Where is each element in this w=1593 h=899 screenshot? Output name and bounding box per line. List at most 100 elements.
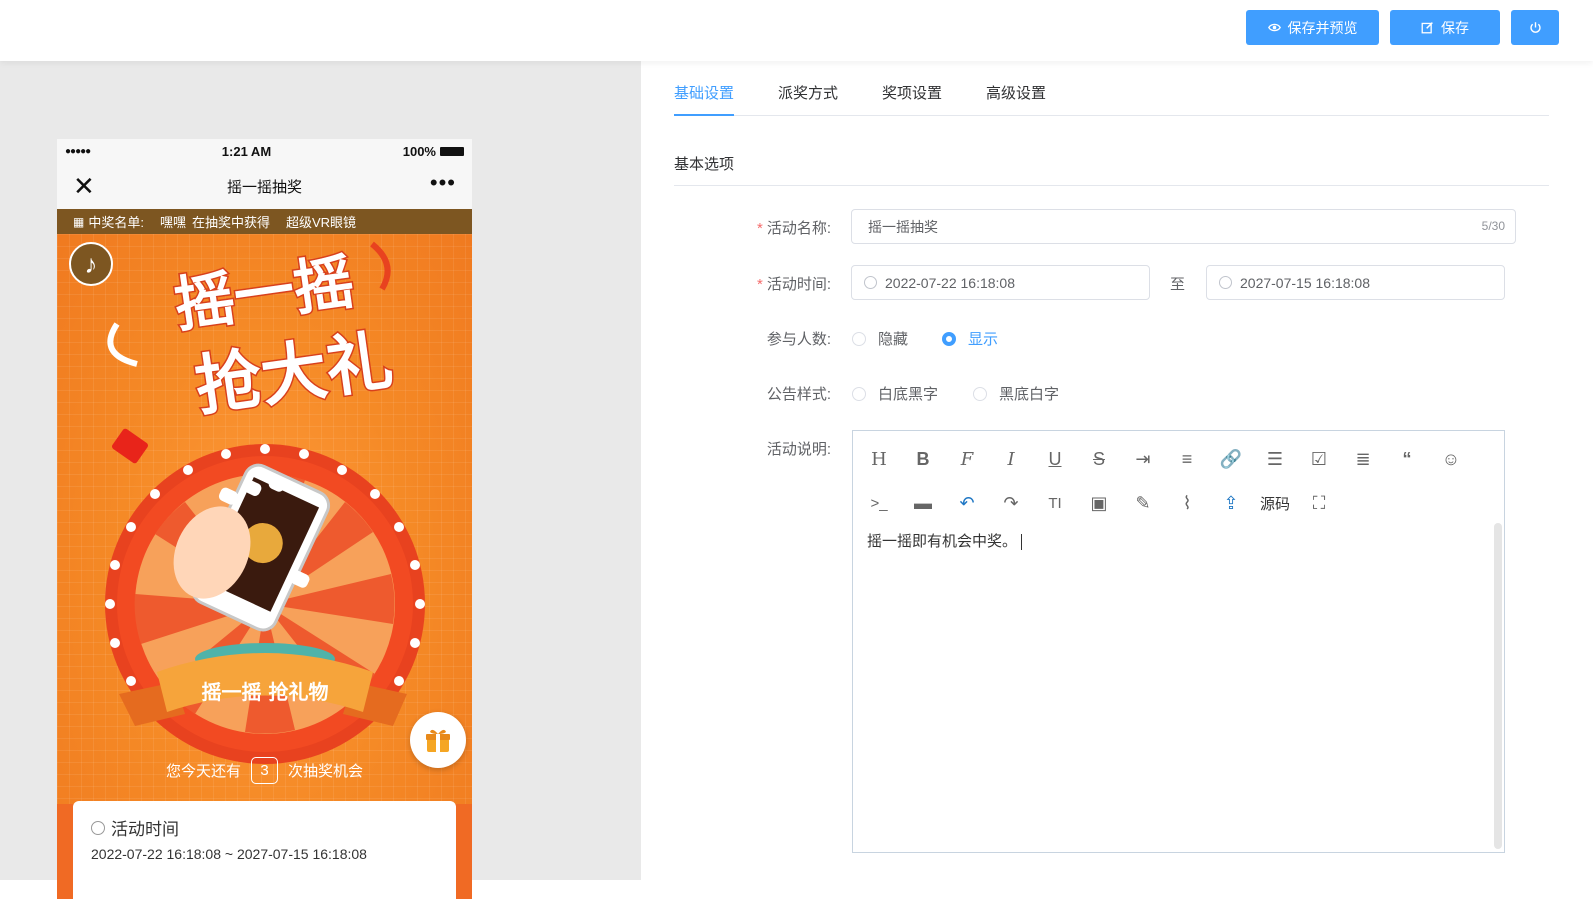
close-icon[interactable]: ✕ (73, 173, 95, 199)
source-code-button[interactable]: 源码 (1253, 493, 1297, 514)
time-separator: 至 (1170, 276, 1186, 293)
clock: 1:21 AM (221, 143, 272, 159)
poster: 摇一摇 抢礼物 摇一摇 抢大礼 ♪ 您今天还有 3 次抽奖机会 (57, 234, 472, 804)
poster-title-line2: 抢大礼 (190, 322, 397, 426)
radio-circle-checked (942, 331, 956, 346)
tab-distribution[interactable]: 派奖方式 (778, 84, 838, 116)
radio-circle (852, 386, 866, 401)
undo-icon[interactable]: ↶ (945, 493, 989, 514)
battery-icon (439, 146, 464, 156)
rich-text-editor: H B F I U S ⇥ ≡ 🔗 ☰ ☑ ≣ “ ☺ >_ ▬ ↶ ↷ TI (852, 430, 1505, 853)
poster-title: 摇一摇 抢大礼 (107, 241, 399, 427)
required-mark: * (756, 276, 763, 293)
tab-basic[interactable]: 基础设置 (674, 84, 735, 116)
winners-label: 中奖名单: (88, 215, 144, 230)
music-icon[interactable]: ♪ (69, 242, 113, 286)
pen-icon[interactable]: ✎ (1121, 493, 1165, 514)
divider-icon[interactable]: ▬ (901, 493, 945, 514)
participants-hide-label: 隐藏 (878, 331, 909, 348)
description-text: 摇一摇即有机会中奖。 (867, 533, 1018, 550)
underline-icon[interactable]: U (1033, 449, 1077, 470)
clock-icon (864, 276, 877, 289)
editor-content[interactable]: 摇一摇即有机会中奖。 (853, 520, 1504, 852)
redo-icon[interactable]: ↷ (989, 493, 1033, 514)
start-time-value: 2022-07-22 16:18:08 (885, 274, 1015, 291)
quote-icon[interactable]: “ (1385, 449, 1429, 470)
name-label-text: 活动名称: (766, 220, 831, 237)
tab-advanced[interactable]: 高级设置 (986, 84, 1046, 116)
heading-icon[interactable]: H (857, 449, 901, 470)
time-card: 活动时间 2022-07-22 16:18:08 ~ 2027-07-15 16… (73, 801, 456, 899)
required-mark: * (756, 220, 763, 237)
red-envelope (112, 428, 148, 464)
eye-icon (1267, 23, 1281, 32)
text-caret (1021, 534, 1023, 551)
clock-icon (91, 820, 105, 835)
clock-icon (1219, 276, 1232, 289)
participants-label: 参与人数: (766, 331, 831, 348)
italic-icon[interactable]: I (989, 449, 1033, 470)
end-time-input[interactable]: 2027-07-15 16:18:08 (1206, 265, 1505, 300)
list-icon[interactable]: ☰ (1253, 449, 1297, 470)
power-icon (1529, 22, 1541, 33)
chances-suffix: 次抽奖机会 (288, 763, 364, 780)
bold-icon[interactable]: B (901, 449, 945, 470)
strikethrough-icon[interactable]: S (1077, 449, 1121, 470)
poster-illustration: 摇一摇 抢礼物 摇一摇 抢大礼 (105, 241, 425, 764)
section-title: 基本选项 (674, 153, 1549, 186)
winner-user: 嘿嘿 (159, 215, 186, 230)
save-button[interactable]: 保存 (1390, 10, 1500, 45)
name-char-count: 5/30 (1481, 219, 1505, 233)
font-icon[interactable]: F (945, 449, 989, 470)
todo-icon[interactable]: ☑ (1297, 449, 1341, 470)
notice-white-label: 白底黑字 (878, 386, 939, 403)
indent-icon[interactable]: ⇥ (1121, 449, 1165, 470)
time-card-title-row: 活动时间 (91, 815, 438, 840)
phone-navbar: ✕ 摇一摇抽奖 ••• (57, 163, 472, 209)
name-label: * 活动名称: (641, 217, 831, 238)
winner-prize: 超级VR眼镜 (286, 215, 357, 230)
end-time-value: 2027-07-15 16:18:08 (1240, 274, 1370, 291)
gift-icon (426, 729, 450, 752)
chances-count: 3 (251, 757, 278, 784)
winners-bar: ▦ 中奖名单: 嘿嘿 在抽奖中获得 超级VR眼镜 (57, 209, 472, 234)
radio-circle (852, 331, 866, 346)
save-label: 保存 (1441, 19, 1469, 36)
poster-title-line1: 摇一摇 (170, 247, 358, 341)
phone-preview: ●●●●● 1:21 AM 100% ✕ 摇一摇抽奖 ••• ▦ 中奖名单: 嘿… (57, 139, 472, 899)
start-time-input[interactable]: 2022-07-22 16:18:08 (851, 265, 1150, 300)
align-icon[interactable]: ≣ (1341, 449, 1385, 470)
activity-name-value: 摇一摇抽奖 (868, 218, 938, 235)
fullscreen-icon[interactable]: ⛶ (1297, 493, 1341, 514)
tab-prizes[interactable]: 奖项设置 (882, 84, 942, 116)
battery: 100% (403, 144, 464, 159)
winner-text: 在抽奖中获得 (191, 215, 270, 230)
time-label: * 活动时间: (641, 273, 831, 294)
status-bar: ●●●●● 1:21 AM 100% (57, 139, 472, 163)
signal-dots: ●●●●● (65, 145, 91, 157)
participants-show-radio[interactable]: 显示 (942, 328, 998, 349)
chances-line: 您今天还有 3 次抽奖机会 (57, 757, 472, 784)
code-icon[interactable]: >_ (857, 495, 901, 512)
editor-scrollbar[interactable] (1494, 523, 1502, 849)
power-button[interactable] (1511, 10, 1559, 45)
battery-percent: 100% (402, 143, 436, 159)
save-preview-button[interactable]: 保存并预览 (1246, 10, 1379, 45)
notice-black-radio[interactable]: 黑底白字 (973, 383, 1059, 404)
activity-name-input[interactable]: 摇一摇抽奖 5/30 (851, 209, 1516, 244)
time-card-value: 2022-07-22 16:18:08 ~ 2027-07-15 16:18:0… (91, 846, 367, 862)
more-icon[interactable]: ••• (430, 172, 456, 194)
banner-text: 摇一摇 抢礼物 (202, 680, 329, 704)
emoji-icon[interactable]: ☺ (1429, 449, 1473, 470)
link-icon[interactable]: 🔗 (1209, 449, 1253, 470)
brush-icon[interactable]: ⌇ (1165, 493, 1209, 514)
font-size-icon[interactable]: TI (1033, 495, 1077, 512)
upload-icon[interactable]: ⇪ (1209, 493, 1253, 514)
participants-hide-radio[interactable]: 隐藏 (852, 328, 908, 349)
image-icon[interactable]: ▣ (1077, 493, 1121, 514)
notice-white-radio[interactable]: 白底黑字 (852, 383, 938, 404)
participants-show-label: 显示 (968, 331, 999, 348)
desc-label: 活动说明: (766, 441, 831, 458)
line-height-icon[interactable]: ≡ (1165, 449, 1209, 470)
notice-black-label: 黑底白字 (999, 386, 1060, 403)
